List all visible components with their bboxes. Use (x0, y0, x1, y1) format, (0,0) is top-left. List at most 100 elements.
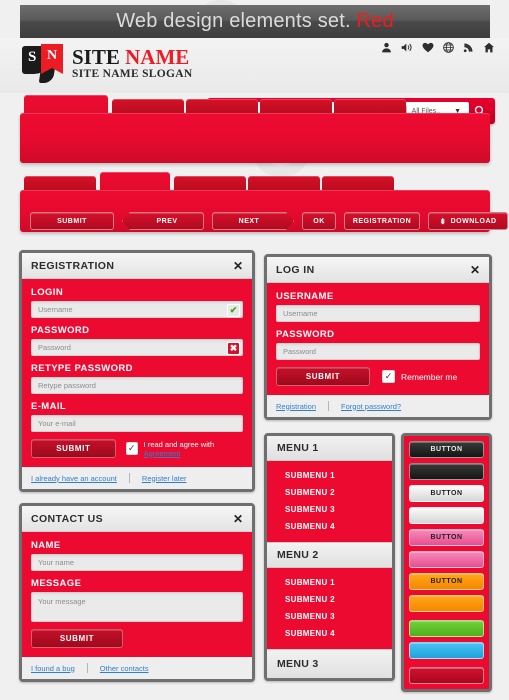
title-bar: Web design elements set. Red (20, 5, 490, 38)
registration-submit-button[interactable]: SUBMIT (31, 439, 116, 458)
tab-6[interactable] (24, 176, 96, 190)
stack-button-pink-2[interactable] (409, 551, 484, 568)
stack-button-black-1[interactable]: BUTTON (409, 441, 484, 458)
stack-button-white-1[interactable]: BUTTON (409, 485, 484, 502)
menu-item-2-2[interactable]: SUBMENU 2 (267, 591, 392, 608)
contact-panel: CONTACT US ✕ NAME Your name MESSAGE Your… (19, 503, 255, 682)
remember-me-checkbox[interactable]: ✓ (382, 370, 395, 383)
menu-item-1-3[interactable]: SUBMENU 3 (267, 501, 392, 518)
menu-item-2-3[interactable]: SUBMENU 3 (267, 608, 392, 625)
site-header: S N SITE NAME SITE NAME SLOGAN Search...… (0, 38, 509, 124)
tab-9[interactable] (248, 176, 320, 190)
site-logo[interactable]: S N SITE NAME SITE NAME SLOGAN (22, 44, 192, 83)
login-header: LOG IN ✕ (267, 257, 489, 283)
registration-button[interactable]: REGISTRATION (344, 212, 420, 230)
user-icon[interactable] (381, 42, 392, 53)
stack-button-blue[interactable] (409, 642, 484, 659)
logo-letter-n: N (47, 48, 58, 63)
remember-me-label: Remember me (401, 371, 458, 382)
logo-letter-s: S (28, 49, 37, 65)
email-input[interactable]: Your e-mail (31, 415, 243, 432)
logo-slogan: SITE NAME SLOGAN (72, 68, 193, 80)
submit-button[interactable]: SUBMIT (30, 212, 114, 230)
globe-icon[interactable] (443, 42, 454, 53)
logo-title-site: SITE (72, 45, 126, 69)
valid-check-icon: ✔ (227, 303, 240, 317)
stack-button-black-2[interactable] (409, 463, 484, 480)
found-a-bug-link[interactable]: I found a bug (31, 664, 75, 673)
download-button[interactable]: ⇟ DOWNLOAD (428, 212, 508, 230)
tab-1-active[interactable] (24, 95, 108, 113)
stack-button-orange-1[interactable]: BUTTON (409, 573, 484, 590)
stack-button-pink-1[interactable]: BUTTON (409, 529, 484, 546)
agreement-checkbox[interactable]: ✓ (125, 442, 138, 455)
login-password-placeholder: Password (283, 347, 316, 356)
menu-group-1-items: SUBMENU 1 SUBMENU 2 SUBMENU 3 SUBMENU 4 (267, 461, 392, 542)
close-icon[interactable]: ✕ (233, 513, 243, 525)
login-username-label: USERNAME (276, 291, 334, 302)
menu-group-1-title[interactable]: MENU 1 (267, 436, 392, 461)
menu-group-2-title[interactable]: MENU 2 (267, 542, 392, 568)
next-button[interactable]: NEXT (212, 212, 294, 230)
registration-panel: REGISTRATION ✕ LOGIN Username ✔ PASSWORD… (19, 250, 255, 492)
tab-panel-1 (20, 113, 490, 163)
contact-header: CONTACT US ✕ (22, 506, 252, 532)
logo-text: SITE NAME SITE NAME SLOGAN (72, 44, 192, 80)
login-input[interactable]: Username ✔ (31, 301, 243, 318)
page-root: Web design elements set. Red S N SITE NA… (0, 0, 509, 700)
ok-button[interactable]: OK (302, 212, 336, 230)
agreement-checkbox-row[interactable]: ✓ I read and agree with Agreement (125, 440, 243, 458)
contact-name-input[interactable]: Your name (31, 554, 243, 571)
prev-button[interactable]: PREV (122, 212, 204, 230)
tab-5[interactable] (334, 99, 406, 113)
other-contacts-link[interactable]: Other contacts (100, 664, 149, 673)
tab-2[interactable] (112, 99, 184, 113)
agreement-link[interactable]: Agreement (144, 449, 181, 458)
login-footer: Registration Forgot password? (267, 395, 489, 417)
tab-8[interactable] (174, 176, 246, 190)
email-placeholder: Your e-mail (38, 419, 76, 428)
stack-button-orange-2[interactable] (409, 595, 484, 612)
stack-button-white-2[interactable] (409, 507, 484, 524)
logo-title-name: NAME (125, 45, 190, 69)
stack-button-red[interactable] (409, 667, 484, 684)
menu-item-1-2[interactable]: SUBMENU 2 (267, 484, 392, 501)
contact-message-input[interactable]: Your message (31, 592, 243, 622)
login-username-input[interactable]: Username (276, 305, 480, 322)
login-submit-button[interactable]: SUBMIT (276, 367, 370, 386)
heart-icon[interactable] (422, 42, 434, 53)
menu-item-1-4[interactable]: SUBMENU 4 (267, 518, 392, 535)
login-label: LOGIN (31, 287, 64, 298)
tab-7-active[interactable] (100, 172, 170, 190)
speaker-icon[interactable] (401, 42, 413, 53)
close-icon[interactable]: ✕ (233, 260, 243, 272)
login-username-placeholder: Username (283, 309, 318, 318)
forgot-password-link[interactable]: Forgot password? (341, 402, 401, 411)
home-icon[interactable] (483, 42, 495, 53)
invalid-cross-icon: ✖ (227, 341, 240, 355)
contact-submit-button[interactable]: SUBMIT (31, 629, 123, 648)
registration-link[interactable]: Registration (276, 402, 316, 411)
retype-password-input[interactable]: Retype password (31, 377, 243, 394)
rss-icon[interactable] (463, 42, 474, 53)
menu-item-1-1[interactable]: SUBMENU 1 (267, 467, 392, 484)
login-password-input[interactable]: Password (276, 343, 480, 360)
tab-4[interactable] (260, 99, 332, 113)
title-main: Web design elements set. (116, 10, 357, 32)
already-have-account-link[interactable]: I already have an account (31, 474, 117, 483)
remember-me-row[interactable]: ✓ Remember me (382, 370, 457, 383)
register-later-link[interactable]: Register later (142, 474, 187, 483)
registration-title: REGISTRATION (31, 259, 115, 272)
login-password-label: PASSWORD (276, 329, 335, 340)
title-bar-text: Web design elements set. Red (116, 10, 394, 33)
menu-item-2-4[interactable]: SUBMENU 4 (267, 625, 392, 642)
close-icon[interactable]: ✕ (470, 264, 480, 276)
password-input[interactable]: Password ✖ (31, 339, 243, 356)
menu-item-2-1[interactable]: SUBMENU 1 (267, 574, 392, 591)
stack-button-green[interactable] (409, 620, 484, 637)
menu-group-3-title[interactable]: MENU 3 (267, 649, 392, 678)
tab-3[interactable] (186, 99, 258, 113)
tab-10[interactable] (322, 176, 394, 190)
contact-name-label: NAME (31, 540, 61, 551)
menu-group-2-items: SUBMENU 1 SUBMENU 2 SUBMENU 3 SUBMENU 4 (267, 568, 392, 649)
